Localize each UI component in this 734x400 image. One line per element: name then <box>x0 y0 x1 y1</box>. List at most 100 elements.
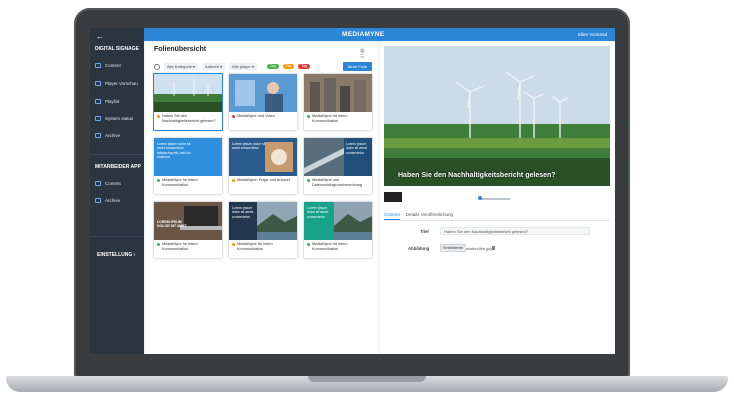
slide-caption-text: MediaMyne: Frage und Antwort <box>237 178 290 182</box>
back-arrow-icon[interactable]: ← <box>96 32 104 41</box>
slide-thumbnail-text: Lorem ipsum dolor sit amet consectetur a… <box>157 142 191 160</box>
preview-slider-handle[interactable] <box>478 196 482 200</box>
new-slide-button[interactable]: Neue Folie <box>342 62 372 71</box>
tag-filter[interactable]: Tag <box>266 64 279 69</box>
slide-caption-text: MediaMyne für intern Kommunikation <box>237 242 273 251</box>
sidebar-item-content[interactable]: Content <box>95 178 121 188</box>
slide-caption: MediaMyne und Datenschutzgrundverordnung <box>307 178 369 188</box>
slide-card[interactable]: LOREM IPSUM DOLOR SIT AMET MediaMyne für… <box>154 202 222 258</box>
slide-caption-text: MediaMyne für intern Kommunikation <box>162 178 198 187</box>
slide-caption: Haben Sie den Nachhaltigkeitsbericht gel… <box>157 114 219 124</box>
slide-caption: MediaMyne für intern Kommunikation <box>157 242 219 252</box>
sidebar-divider <box>90 154 144 155</box>
slide-caption: MediaMyne für intern Kommunikation <box>307 242 369 252</box>
monitor-icon <box>95 80 101 86</box>
slide-caption: MediaMyne und Video <box>232 114 294 119</box>
slide-card[interactable]: MediaMyne und Video <box>229 74 297 130</box>
slide-thumbnail: Lorem ipsum dolor sit amet consectetur <box>304 138 372 176</box>
author-select[interactable]: Autoren ▾ <box>202 63 226 70</box>
slide-thumbnail-text: Lorem ipsum dolor sit amet consectetur <box>232 142 266 151</box>
slide-thumbnail <box>304 74 372 112</box>
sidebar-item-archive[interactable]: Archive <box>95 195 120 205</box>
tab-details[interactable]: Details Veröffentlichung <box>406 210 453 220</box>
view-toggle-icon[interactable]: ▦ ☰ <box>360 48 378 60</box>
brand-logo: MEDIAMYNE <box>342 31 385 38</box>
slide-thumbnail: Lorem ipsum dolor sit amet, consectetur <box>304 202 372 240</box>
status-icon <box>95 115 101 121</box>
editor-tabs: Content Details Veröffentlichung <box>384 210 610 221</box>
status-dot <box>307 243 310 246</box>
top-bar: MEDIAMYNE Ellen Vorstand <box>144 28 615 41</box>
slide-preview: Haben Sie den Nachhaltigkeitsbericht gel… <box>384 46 610 186</box>
sidebar-item-label: Content <box>105 62 121 68</box>
status-dot <box>232 179 235 182</box>
sidebar-item-player-vorschau[interactable]: Player Vorschau <box>95 78 138 88</box>
preview-slider-track[interactable] <box>480 198 510 200</box>
category-select[interactable]: Alle Kategorie ▾ <box>164 63 199 70</box>
status-dot <box>307 179 310 182</box>
image-file-name: windmühle.jpg <box>466 246 492 251</box>
slide-editor-panel: Haben Sie den Nachhaltigkeitsbericht gel… <box>380 42 615 354</box>
content-icon <box>95 62 101 68</box>
slide-card[interactable]: MediaMyne für intern Kommunikation <box>304 74 372 130</box>
title-input[interactable]: Haben Sie den Nachhaltigkeitsbericht gel… <box>440 227 590 235</box>
page-title: Folienübersicht <box>154 46 207 53</box>
image-label: Abbildung <box>408 246 430 251</box>
tag-filter[interactable]: Tag <box>282 64 295 69</box>
sidebar-divider <box>90 236 144 237</box>
sidebar: ← DIGITAL SIGNAGE Content Player Vorscha… <box>90 28 144 354</box>
slide-caption: MediaMyne: Frage und Antwort <box>232 178 294 183</box>
user-name[interactable]: Ellen Vorstand <box>578 32 607 37</box>
status-dot <box>157 179 160 182</box>
slide-caption-text: MediaMyne für intern Kommunikation <box>162 242 198 251</box>
archive-icon <box>95 197 101 203</box>
slide-caption: MediaMyne für intern Kommunikation <box>232 242 294 252</box>
slide-thumbnail-text: LOREM IPSUM DOLOR SIT AMET <box>157 220 187 229</box>
sidebar-item-label: Playlist <box>105 98 120 104</box>
slide-caption: MediaMyne für intern Kommunikation <box>157 178 219 188</box>
sidebar-item-label: Player Vorschau <box>105 80 138 86</box>
player-select[interactable]: Alle player ▾ <box>229 63 257 70</box>
sidebar-item-label: System status <box>105 115 134 121</box>
slide-card[interactable]: Lorem ipsum dolor sit amet consectetur M… <box>304 138 372 194</box>
sidebar-section-title: DIGITAL SIGNAGE <box>95 46 139 52</box>
tab-content[interactable]: Content <box>384 210 400 220</box>
sidebar-item-content[interactable]: Content <box>95 60 121 70</box>
sidebar-item-label: Archive <box>105 197 121 203</box>
status-dot <box>157 243 160 246</box>
search-icon[interactable] <box>154 63 160 70</box>
laptop-notch <box>308 376 426 382</box>
slide-overview-panel: Folienübersicht ▦ ☰ Alle Kategorie ▾ Aut… <box>146 42 378 354</box>
sidebar-settings-link[interactable]: EINSTELLUNG › <box>97 252 135 258</box>
filter-row: Alle Kategorie ▾ Autoren ▾ Alle player ▾… <box>154 62 372 71</box>
status-dot <box>232 243 235 246</box>
trash-icon[interactable] <box>492 246 495 250</box>
slide-card[interactable]: Haben Sie den Nachhaltigkeitsbericht gel… <box>153 73 223 131</box>
slide-thumbnail: Lorem ipsum dolor sit amet consectetur <box>229 138 297 176</box>
slide-thumbnail <box>154 74 222 112</box>
archive-icon <box>95 132 101 138</box>
slide-thumbnail-text: Lorem ipsum dolor sit amet, consectetur <box>232 206 254 219</box>
status-dot <box>307 115 310 118</box>
slide-card[interactable]: Lorem ipsum dolor sit amet, consectetur … <box>304 202 372 258</box>
preview-mini-thumbnail[interactable] <box>384 192 402 202</box>
sidebar-section-title: MITARBEIDER APP <box>95 164 141 170</box>
sidebar-item-playlist[interactable]: Playlist <box>95 96 119 106</box>
slide-card[interactable]: Lorem ipsum dolor sit amet consectetur a… <box>154 138 222 194</box>
status-dot <box>157 115 160 118</box>
slide-card[interactable]: Lorem ipsum dolor sit amet consectetur M… <box>229 138 297 194</box>
select-image-button[interactable]: Selektieren <box>440 244 467 252</box>
title-label: Titel <box>420 229 429 234</box>
slide-caption-text: MediaMyne für intern Kommunikation <box>312 114 348 123</box>
slide-card[interactable]: Lorem ipsum dolor sit amet, consectetur … <box>229 202 297 258</box>
preview-title: Haben Sie den Nachhaltigkeitsbericht gel… <box>398 172 556 179</box>
sidebar-item-archive[interactable]: Archive <box>95 130 120 140</box>
tag-filter[interactable]: Tag <box>298 64 310 69</box>
sidebar-item-label: Content <box>105 180 121 186</box>
slide-thumbnail-text: Lorem ipsum dolor sit amet, consectetur <box>307 206 329 219</box>
slide-caption-text: MediaMyne und Datenschutzgrundverordnung <box>312 178 363 187</box>
slide-thumbnail: LOREM IPSUM DOLOR SIT AMET <box>154 202 222 240</box>
sidebar-item-system-status[interactable]: System status <box>95 113 133 123</box>
status-dot <box>232 115 235 118</box>
slide-caption-text: MediaMyne für intern Kommunikation <box>312 242 348 251</box>
